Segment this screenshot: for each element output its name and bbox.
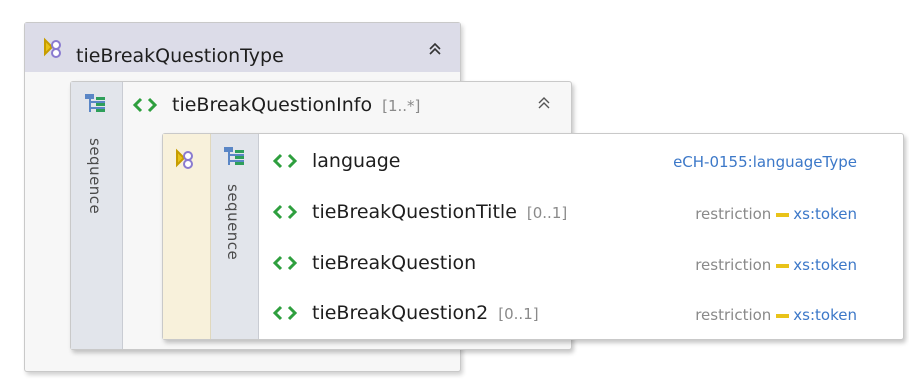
child-name: tieBreakQuestionTitle	[312, 201, 517, 223]
child-element-tiebreakquestion2[interactable]: tieBreakQuestion2 [0..1]	[312, 302, 539, 324]
element-title[interactable]: tieBreakQuestionInfo [1..*]	[172, 94, 420, 116]
restriction-marker-icon	[776, 212, 790, 217]
restriction-marker-icon	[776, 313, 790, 318]
child-type[interactable]: xs:token	[793, 306, 857, 324]
outer-sequence-strip: sequence	[71, 82, 123, 349]
double-chevron-up-icon[interactable]	[536, 95, 552, 111]
child-element-tiebreakquestiontitle[interactable]: tieBreakQuestionTitle [0..1]	[312, 201, 567, 223]
double-chevron-up-icon[interactable]	[427, 41, 443, 57]
element-icon	[132, 97, 158, 113]
element-multiplicity: [1..*]	[382, 97, 421, 115]
child-name: language	[312, 150, 401, 172]
element-icon	[272, 255, 298, 271]
element-icon	[272, 204, 298, 220]
element-icon	[272, 305, 298, 321]
child-name: tieBreakQuestion2	[312, 302, 489, 324]
sequence-label: sequence	[224, 184, 242, 261]
restriction-label: restriction	[695, 306, 772, 324]
sequence-icon	[85, 94, 105, 112]
child-multiplicity: [0..1]	[526, 204, 568, 222]
child-type-info: restriction xs:token	[695, 305, 857, 324]
child-element-tiebreakquestion[interactable]: tieBreakQuestion	[312, 252, 476, 274]
child-name: tieBreakQuestion	[312, 252, 477, 274]
child-element-language[interactable]: language	[312, 150, 400, 172]
child-type[interactable]: xs:token	[793, 256, 857, 274]
restriction-label: restriction	[695, 256, 772, 274]
child-type-info: restriction xs:token	[695, 204, 857, 223]
element-icon	[272, 153, 298, 169]
restriction-marker-icon	[776, 263, 790, 268]
sequence-icon	[224, 147, 244, 165]
restriction-label: restriction	[695, 205, 772, 223]
sequence-label: sequence	[86, 138, 104, 215]
child-type-info: restriction xs:token	[695, 255, 857, 274]
child-multiplicity: [0..1]	[498, 305, 539, 323]
complex-type-icon	[44, 37, 61, 58]
child-type[interactable]: eCH-0155:languageType	[673, 153, 857, 171]
child-type[interactable]: xs:token	[793, 205, 857, 223]
complex-type-name: tieBreakQuestionType	[76, 45, 284, 67]
element-name: tieBreakQuestionInfo	[172, 94, 373, 116]
complex-type-icon	[176, 148, 193, 169]
